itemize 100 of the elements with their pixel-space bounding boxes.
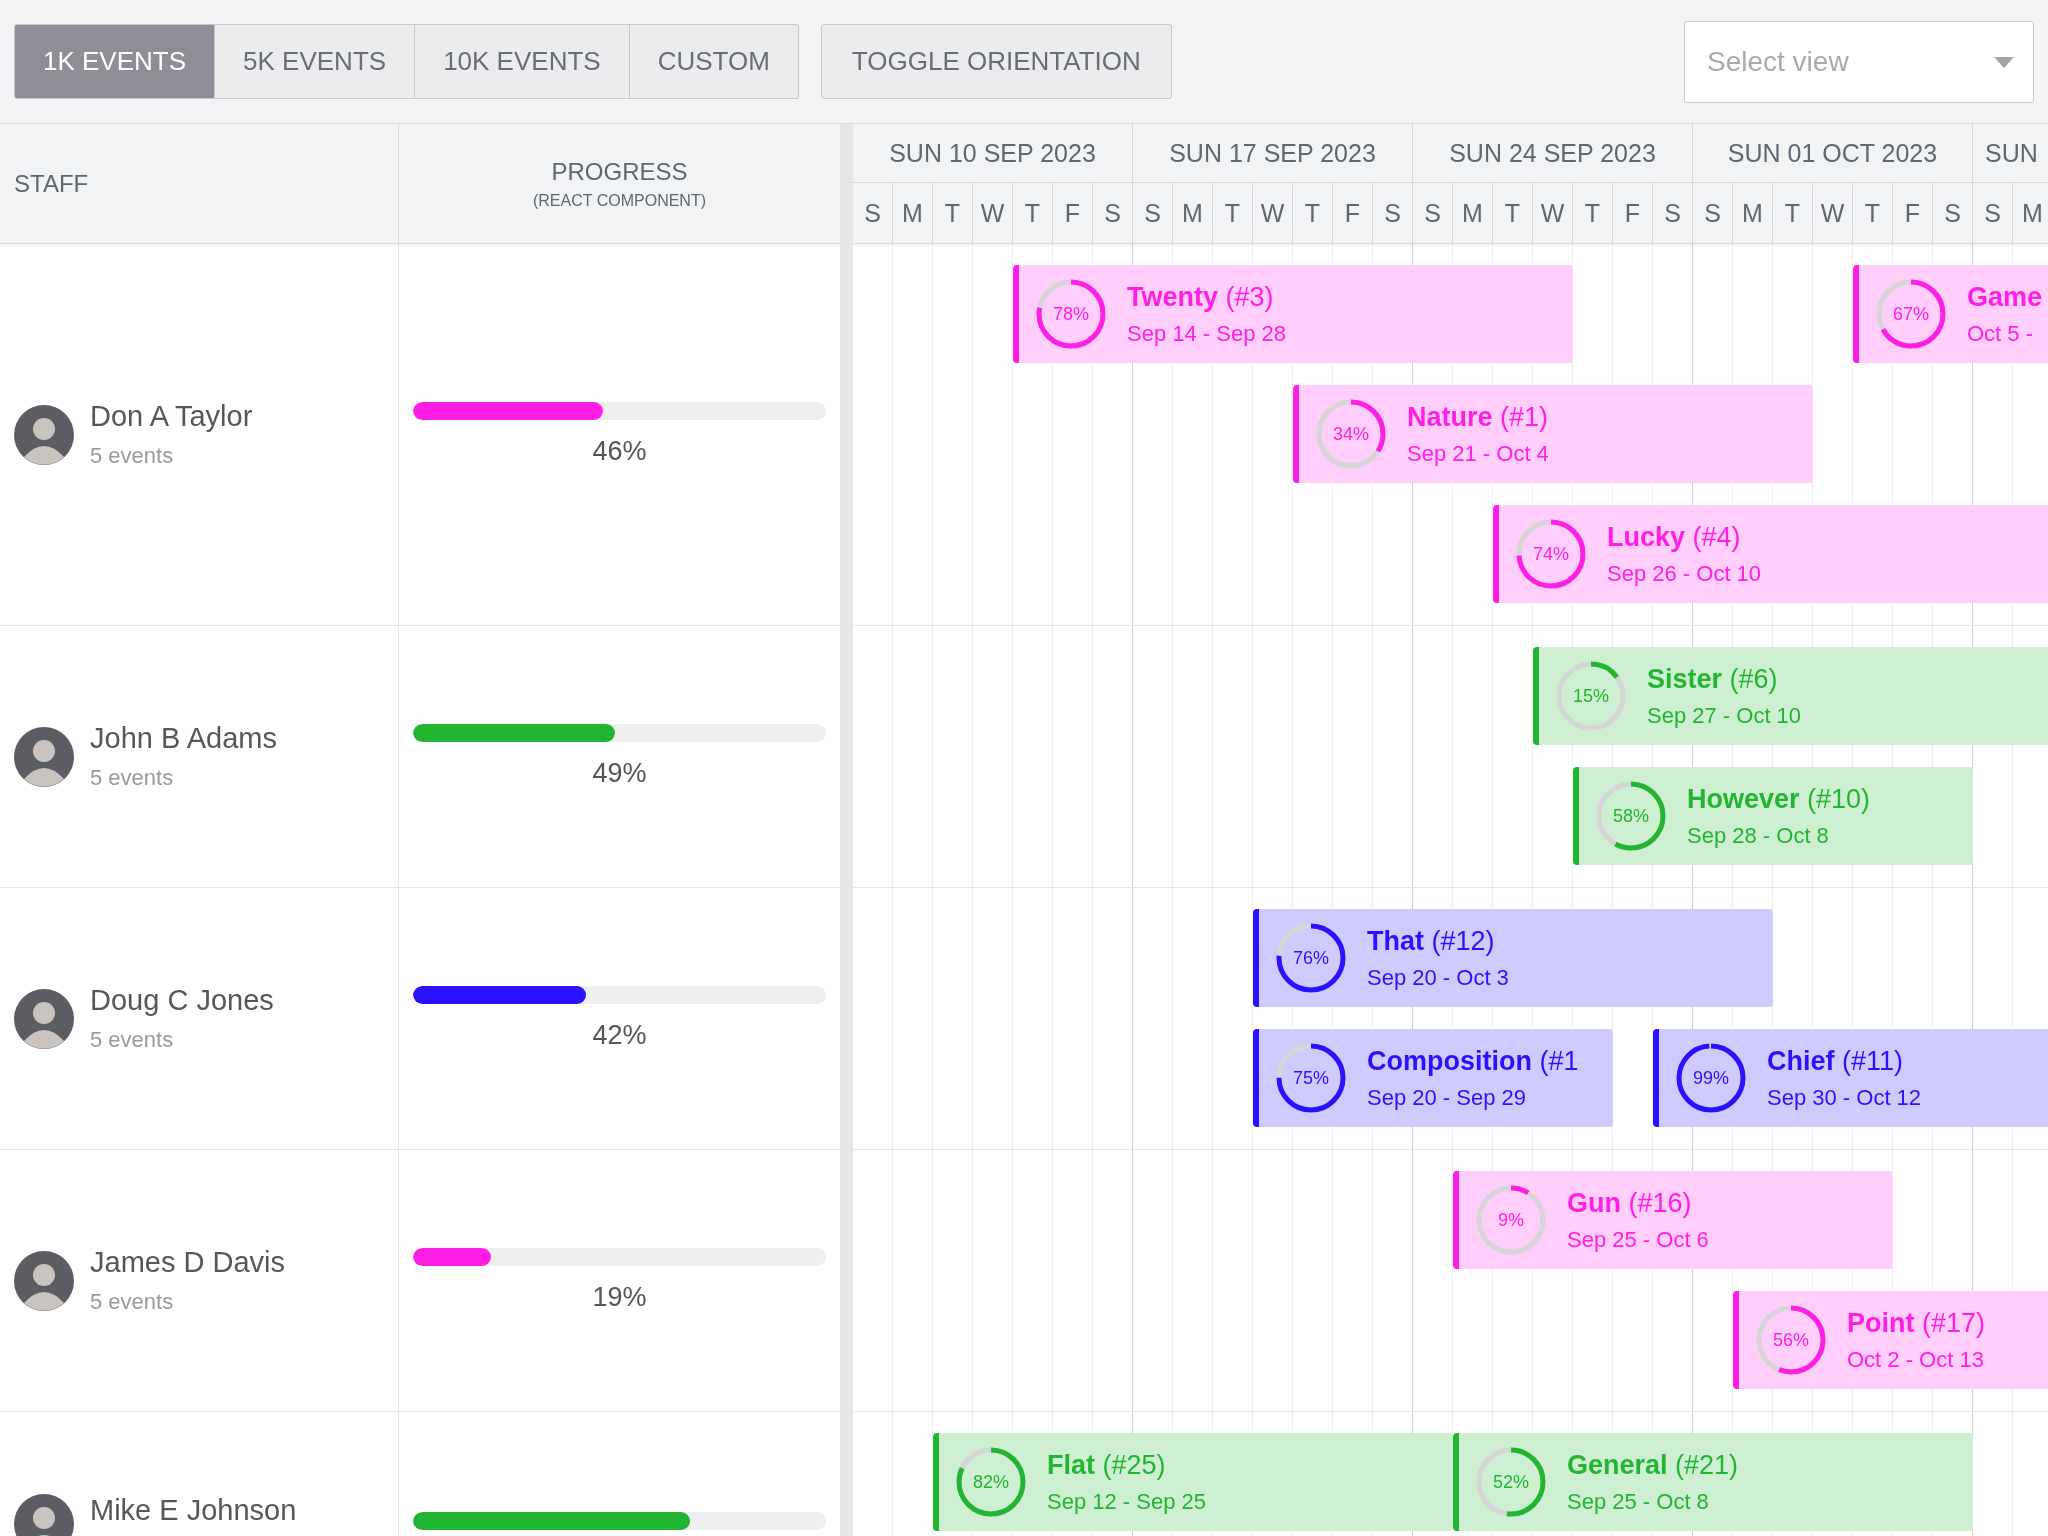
progress-ring — [1275, 1042, 1347, 1114]
ring-percent: 78% — [1053, 305, 1089, 323]
day-header: S — [1093, 183, 1133, 243]
progress-ring — [1755, 1304, 1827, 1376]
event-count: 5 events — [90, 765, 175, 791]
ring-percent: 58% — [1613, 807, 1649, 825]
progress-label: 42% — [592, 1020, 647, 1051]
progress-label: 19% — [592, 1282, 647, 1313]
progress-ring — [1475, 1184, 1547, 1256]
progress-ring — [1675, 1042, 1747, 1114]
event-bar[interactable]: 78% Twenty (#3) Sep 14 - Sep 28 — [1013, 265, 1573, 363]
event-bar[interactable]: 82% Flat (#25) Sep 12 - Sep 25 — [933, 1433, 1453, 1531]
day-header: M — [1453, 183, 1493, 243]
event-bar[interactable]: 99% Chief (#11) Sep 30 - Oct 12 — [1653, 1029, 2048, 1127]
day-header: W — [973, 183, 1013, 243]
event-bar[interactable]: 52% General (#21) Sep 25 - Oct 8 — [1453, 1433, 1973, 1531]
event-title: General (#21) — [1567, 1449, 1739, 1481]
day-header: T — [933, 183, 973, 243]
progress-label: 49% — [592, 758, 647, 789]
week-header: SUN 10 SEP 2023 — [853, 124, 1133, 182]
day-header: T — [1773, 183, 1813, 243]
event-title: However (#10) — [1687, 783, 1871, 815]
ring-percent: 74% — [1533, 545, 1569, 563]
staff-name: Doug C Jones — [90, 984, 274, 1017]
day-header: S — [1373, 183, 1413, 243]
week-header: SUN 01 OCT 2023 — [1693, 124, 1973, 182]
ring-percent: 52% — [1493, 1473, 1529, 1491]
event-bar[interactable]: 56% Point (#17) Oct 2 - Oct 13 — [1733, 1291, 2048, 1389]
ring-percent: 9% — [1498, 1211, 1524, 1229]
event-title: Game — [1967, 281, 2043, 313]
event-title: Twenty (#3) — [1127, 281, 1275, 313]
event-dates: Sep 21 - Oct 4 — [1407, 440, 1549, 467]
event-bar[interactable]: 9% Gun (#16) Sep 25 - Oct 6 — [1453, 1171, 1893, 1269]
week-header: SUN — [1973, 124, 2048, 182]
progress-ring — [1595, 780, 1667, 852]
progress-ring — [1035, 278, 1107, 350]
event-dates: Sep 30 - Oct 12 — [1767, 1084, 1922, 1111]
event-title: Composition (#1 — [1367, 1045, 1579, 1077]
day-header: W — [1813, 183, 1853, 243]
event-dates: Sep 20 - Oct 3 — [1367, 964, 1509, 991]
event-bar[interactable]: 75% Composition (#1 Sep 20 - Sep 29 — [1253, 1029, 1613, 1127]
tab[interactable]: 1K EVENTS — [14, 24, 216, 99]
day-header: T — [1573, 183, 1613, 243]
day-header: M — [2013, 183, 2048, 243]
ring-percent: 99% — [1693, 1069, 1729, 1087]
event-dates: Sep 12 - Sep 25 — [1047, 1488, 1206, 1515]
event-count: 5 events — [90, 1027, 175, 1053]
tab[interactable]: CUSTOM — [629, 24, 799, 99]
staff-name: Don A Taylor — [90, 400, 253, 433]
event-dates: Sep 25 - Oct 8 — [1567, 1488, 1710, 1515]
event-title: That (#12) — [1367, 925, 1496, 957]
day-header: M — [1173, 183, 1213, 243]
day-header: M — [893, 183, 933, 243]
day-header: F — [1893, 183, 1933, 243]
day-header: T — [1013, 183, 1053, 243]
ring-percent: 15% — [1573, 687, 1609, 705]
event-bar[interactable]: 15% Sister (#6) Sep 27 - Oct 10 — [1533, 647, 2048, 745]
day-header: F — [1613, 183, 1653, 243]
column-subheader: (REACT COMPONENT) — [532, 191, 706, 210]
avatar — [14, 726, 74, 787]
toggle-orientation-button[interactable]: TOGGLE ORIENTATION — [820, 24, 1172, 99]
event-bar[interactable]: 58% However (#10) Sep 28 - Oct 8 — [1573, 767, 1973, 865]
tab[interactable]: 10K EVENTS — [415, 24, 630, 99]
event-title: Gun (#16) — [1567, 1187, 1693, 1219]
day-header: W — [1533, 183, 1573, 243]
event-title: Nature (#1) — [1407, 401, 1549, 433]
day-header: S — [1133, 183, 1173, 243]
event-dates: Sep 28 - Oct 8 — [1687, 822, 1830, 849]
event-title: Point (#17) — [1847, 1307, 1986, 1339]
splitter[interactable] — [840, 124, 853, 1536]
event-bar[interactable]: 67% Game Oct 5 - — [1853, 265, 2048, 363]
staff-name: Mike E Johnson — [90, 1494, 297, 1527]
avatar — [14, 1494, 74, 1536]
ring-percent: 82% — [973, 1473, 1009, 1491]
progress-ring — [1515, 518, 1587, 590]
event-count: 5 events — [90, 443, 175, 469]
day-header: T — [1293, 183, 1333, 243]
day-header: W — [1253, 183, 1293, 243]
day-header: S — [1413, 183, 1453, 243]
ring-percent: 76% — [1293, 949, 1329, 967]
progress-ring — [1315, 398, 1387, 470]
caret-icon — [1994, 56, 2014, 69]
event-dates: Oct 2 - Oct 13 — [1847, 1346, 1985, 1373]
day-header: S — [1933, 183, 1973, 243]
week-header: SUN 24 SEP 2023 — [1413, 124, 1693, 182]
event-title: Lucky (#4) — [1607, 521, 1742, 553]
ring-percent: 75% — [1293, 1069, 1329, 1087]
day-header: S — [1973, 183, 2013, 243]
event-title: Sister (#6) — [1647, 663, 1779, 695]
tab[interactable]: 5K EVENTS — [215, 24, 416, 99]
event-bar[interactable]: 74% Lucky (#4) Sep 26 - Oct 10 — [1493, 505, 2048, 603]
day-header: M — [1733, 183, 1773, 243]
progress-label: 46% — [592, 436, 647, 467]
event-bar[interactable]: 34% Nature (#1) Sep 21 - Oct 4 — [1293, 385, 1813, 483]
event-dates: Sep 27 - Oct 10 — [1647, 702, 1802, 729]
day-header: S — [853, 183, 893, 243]
staff-name: James D Davis — [90, 1246, 285, 1279]
event-bar[interactable]: 76% That (#12) Sep 20 - Oct 3 — [1253, 909, 1773, 1007]
view-select[interactable]: Select view — [1684, 20, 2034, 103]
week-header: SUN 17 SEP 2023 — [1133, 124, 1413, 182]
